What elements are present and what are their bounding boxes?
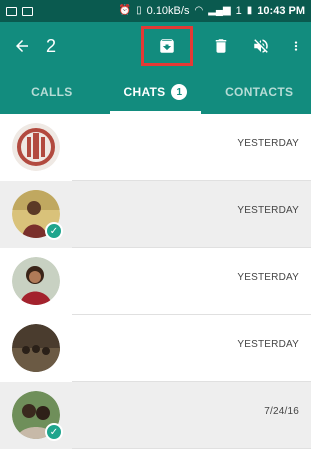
signal-icon: ▂▄▆ — [208, 5, 231, 16]
avatar-image — [12, 257, 60, 305]
chat-row[interactable]: ✓ YESTERDAY — [0, 181, 311, 248]
chat-time: YESTERDAY — [237, 339, 299, 350]
arrow-left-icon — [16, 40, 28, 52]
tab-chats-label: CHATS — [123, 85, 166, 99]
tab-chats[interactable]: CHATS 1 — [104, 70, 208, 114]
chat-time: 7/24/16 — [264, 406, 299, 417]
chat-row[interactable]: YESTERDAY — [0, 315, 311, 382]
back-button[interactable] — [0, 22, 44, 70]
chat-row[interactable]: YESTERDAY — [0, 114, 311, 181]
avatar: ✓ — [12, 391, 63, 441]
tab-contacts-label: CONTACTS — [225, 85, 294, 99]
alarm-icon: ⏰ — [118, 5, 132, 16]
archive-highlight — [141, 26, 193, 66]
clock: 10:43 PM — [257, 5, 305, 17]
chat-row[interactable]: YESTERDAY — [0, 248, 311, 315]
avatar — [12, 123, 60, 171]
selected-check-icon: ✓ — [45, 222, 63, 240]
chat-time: YESTERDAY — [237, 138, 299, 149]
selected-check-icon: ✓ — [45, 423, 63, 441]
avatar — [12, 324, 60, 372]
more-vert-icon — [294, 41, 298, 51]
battery-level: 1 — [235, 5, 242, 17]
archive-button[interactable] — [147, 29, 187, 63]
archive-icon — [160, 39, 174, 53]
chat-row[interactable]: ✓ 7/24/16 — [0, 382, 311, 449]
chat-time: YESTERDAY — [237, 205, 299, 216]
chat-time: YESTERDAY — [237, 272, 299, 283]
mute-button[interactable] — [241, 22, 281, 70]
mail-notification-icon — [22, 6, 33, 16]
avatar: ✓ — [12, 190, 63, 240]
tab-calls[interactable]: CALLS — [0, 70, 104, 114]
status-bar: ⏰ ▯ 0.10kB/s ◠ ▂▄▆ 1 ▮ 10:43 PM — [0, 0, 311, 22]
vibrate-icon: ▯ — [136, 5, 142, 16]
chat-list: YESTERDAY ✓ YESTERDAY YESTERDAY YESTERDA… — [0, 114, 311, 449]
avatar-image — [12, 123, 60, 171]
selected-count: 2 — [46, 35, 57, 56]
battery-icon: ▮ — [246, 5, 253, 16]
unread-badge: 1 — [171, 84, 188, 100]
tab-contacts[interactable]: CONTACTS — [207, 70, 311, 114]
avatar-image — [12, 324, 60, 372]
wifi-icon: ◠ — [194, 5, 204, 16]
tab-bar: CALLS CHATS 1 CONTACTS — [0, 70, 311, 114]
delete-button[interactable] — [201, 22, 241, 70]
divider — [72, 448, 311, 449]
action-bar: 2 — [0, 22, 311, 70]
delete-icon — [215, 39, 227, 53]
image-notification-icon — [6, 6, 17, 16]
avatar — [12, 257, 60, 305]
network-speed: 0.10kB/s — [146, 5, 190, 17]
mute-icon — [254, 39, 268, 53]
tab-calls-label: CALLS — [31, 85, 73, 99]
more-options-button[interactable] — [281, 22, 311, 70]
